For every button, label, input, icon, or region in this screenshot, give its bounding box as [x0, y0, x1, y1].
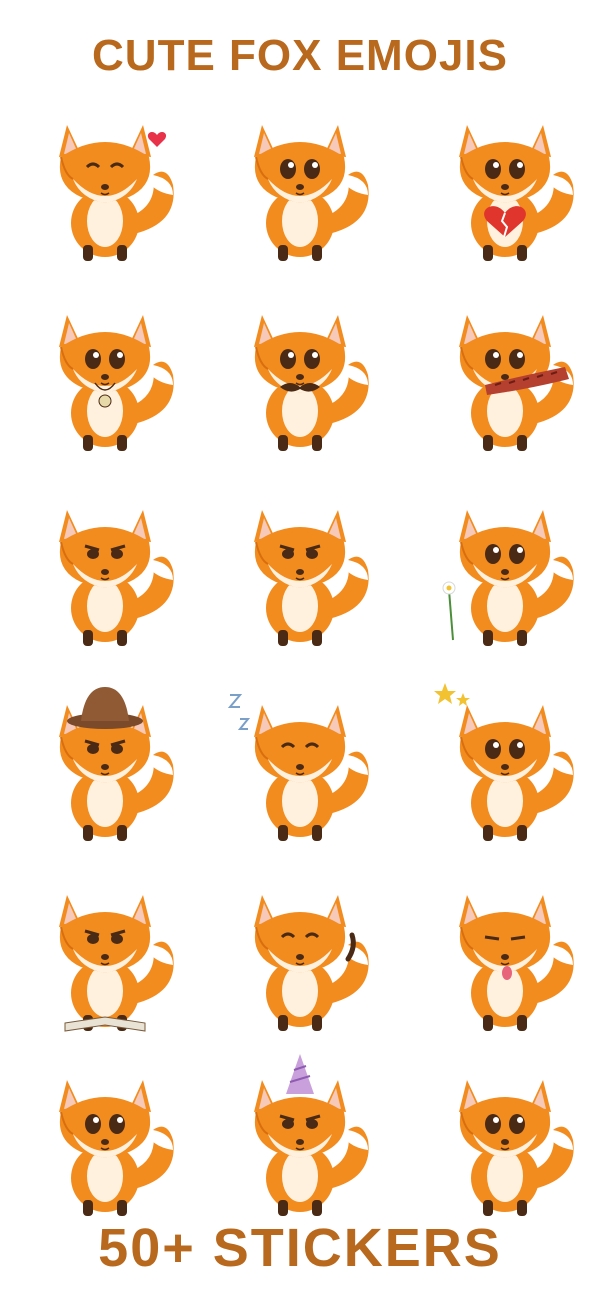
fox-surprised-sitting-sticker	[25, 1050, 185, 1220]
fox-grumpy-arms-sticker	[220, 480, 380, 650]
fox-looking-stars-sticker	[425, 675, 585, 845]
fox-book-sticker	[25, 865, 185, 1035]
fox-party-hat-sticker	[220, 1050, 380, 1220]
fox-walking-scarf-sticker	[425, 285, 585, 455]
fox-blushing-heart-sticker	[25, 95, 185, 265]
fox-crying-broken-heart-sticker	[425, 95, 585, 265]
page-title: CUTE FOX EMOJIS	[92, 31, 508, 80]
fox-side-sitting-sticker	[25, 480, 185, 650]
fox-tall-ears-sticker	[425, 1050, 585, 1220]
fox-sad-sitting-sticker	[220, 95, 380, 265]
fox-with-medallion-sticker	[25, 285, 185, 455]
fox-mustache-sticker	[220, 285, 380, 455]
fox-sleeping-hat-sticker	[220, 675, 380, 845]
stickers-count-title: 50+ STICKERS	[98, 1218, 502, 1278]
fox-brown-hat-sticker	[25, 675, 185, 845]
sticker-grid	[0, 95, 600, 1225]
fox-waving-sticker	[220, 865, 380, 1035]
fox-smelling-flower-sticker	[425, 480, 585, 650]
fox-tongue-out-sticker	[425, 865, 585, 1035]
